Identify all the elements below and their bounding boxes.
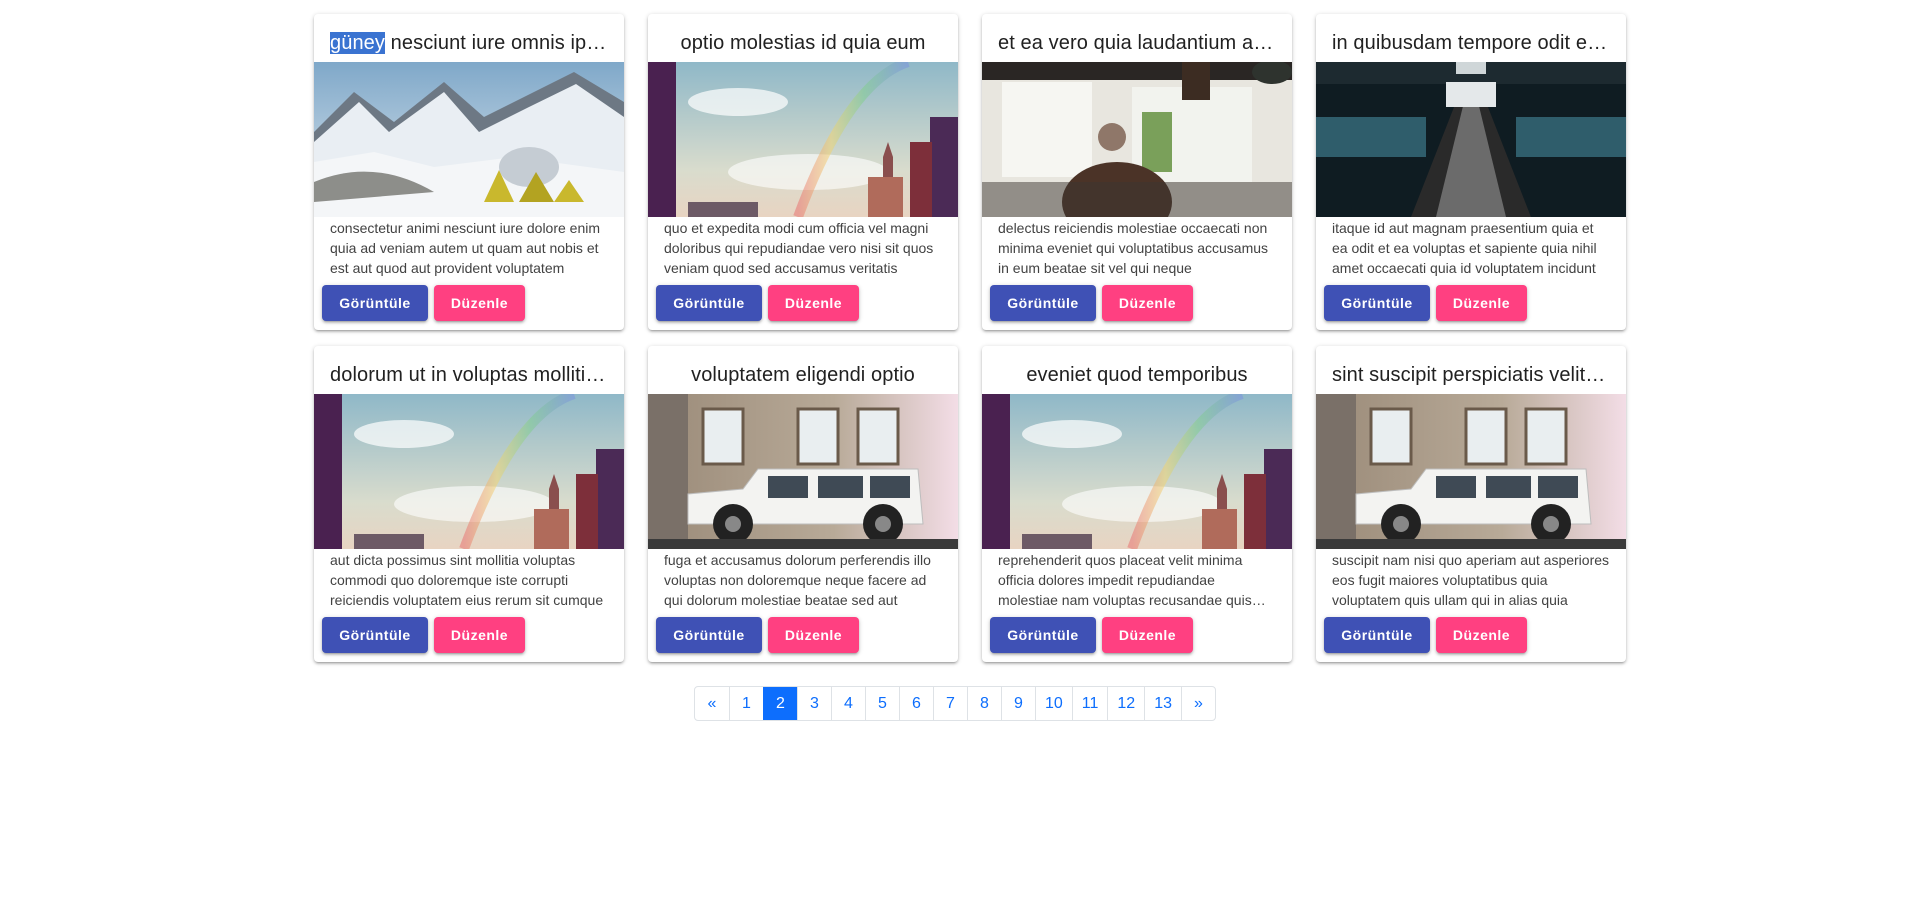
city-rainbow-image xyxy=(648,62,958,217)
card-image xyxy=(314,62,624,217)
card-title: dolorum ut in voluptas mollitia et xyxy=(314,346,624,394)
pagination-page-8[interactable]: 8 xyxy=(967,687,1001,720)
pagination-page-13[interactable]: 13 xyxy=(1144,687,1181,720)
card-image xyxy=(648,394,958,549)
view-button[interactable]: Görüntüle xyxy=(322,617,428,653)
card-actions: Görüntüle Düzenle xyxy=(990,617,1193,653)
pagination-prev-button[interactable]: « xyxy=(695,687,729,720)
view-button[interactable]: Görüntüle xyxy=(1324,617,1430,653)
card-body-text: suscipit nam nisi quo aperiam aut asperi… xyxy=(1332,552,1610,608)
card-body-text: quo et expedita modi cum officia vel mag… xyxy=(664,220,934,276)
view-button[interactable]: Görüntüle xyxy=(990,285,1096,321)
pagination-page-12[interactable]: 12 xyxy=(1107,687,1144,720)
view-button[interactable]: Görüntüle xyxy=(990,617,1096,653)
card-title-text: optio molestias id quia eum xyxy=(680,32,926,54)
card-actions: Görüntüle Düzenle xyxy=(1324,617,1527,653)
selected-text: güney xyxy=(330,32,385,54)
card-title-text: voluptatem eligendi optio xyxy=(691,364,915,386)
card-body-text: consectetur animi nesciunt iure dolore e… xyxy=(330,220,601,276)
pagination: «1 2 3 4 5 6 7 8 9 10 11 12 13» xyxy=(694,686,1216,721)
pagination-page-4[interactable]: 4 xyxy=(831,687,865,720)
edit-button[interactable]: Düzenle xyxy=(434,617,525,653)
card-title: voluptatem eligendi optio xyxy=(648,346,958,394)
edit-button[interactable]: Düzenle xyxy=(434,285,525,321)
card-image xyxy=(314,394,624,549)
view-button[interactable]: Görüntüle xyxy=(656,285,762,321)
post-card: et ea vero quia laudantium autem delectu… xyxy=(982,14,1292,330)
pagination-page-3[interactable]: 3 xyxy=(797,687,831,720)
view-button[interactable]: Görüntüle xyxy=(656,617,762,653)
view-button[interactable]: Görüntüle xyxy=(322,285,428,321)
post-card: optio molestias id quia eum quo et exped… xyxy=(648,14,958,330)
white-jeep-image xyxy=(1316,394,1626,549)
cafe-man-image xyxy=(982,62,1292,217)
pagination-page-7[interactable]: 7 xyxy=(933,687,967,720)
card-title-text: et ea vero quia laudantium autem xyxy=(998,32,1292,54)
card-actions: Görüntüle Düzenle xyxy=(656,617,859,653)
card-title: et ea vero quia laudantium autem xyxy=(982,14,1292,62)
card-title-text: in quibusdam tempore odit est dolorem xyxy=(1332,32,1626,54)
card-body-text: aut dicta possimus sint mollitia volupta… xyxy=(330,552,604,608)
edit-button[interactable]: Düzenle xyxy=(1436,617,1527,653)
card-actions: Görüntüle Düzenle xyxy=(322,617,525,653)
edit-button[interactable]: Düzenle xyxy=(768,617,859,653)
pagination-page-2[interactable]: 2 xyxy=(763,687,797,720)
city-rainbow-image xyxy=(314,394,624,549)
escalator-station-image xyxy=(1316,62,1626,217)
pagination-page-1[interactable]: 1 xyxy=(729,687,763,720)
post-card: sint suscipit perspiciatis velit dolorum… xyxy=(1316,346,1626,662)
pagination-page-6[interactable]: 6 xyxy=(899,687,933,720)
card-title-text: sint suscipit perspiciatis velit dolorum xyxy=(1332,364,1626,386)
edit-button[interactable]: Düzenle xyxy=(1102,617,1193,653)
card-title: eveniet quod temporibus xyxy=(982,346,1292,394)
card-body-text: fuga et accusamus dolorum perferendis il… xyxy=(664,552,931,608)
card-image xyxy=(1316,394,1626,549)
card-title: güney nesciunt iure omnis ipsum xyxy=(314,14,624,62)
view-button[interactable]: Görüntüle xyxy=(1324,285,1430,321)
card-actions: Görüntüle Düzenle xyxy=(322,285,525,321)
card-image xyxy=(648,62,958,217)
card-title: optio molestias id quia eum xyxy=(648,14,958,62)
pagination-page-9[interactable]: 9 xyxy=(1001,687,1035,720)
card-image xyxy=(982,62,1292,217)
card-title: in quibusdam tempore odit est dolorem xyxy=(1316,14,1626,62)
pagination-page-5[interactable]: 5 xyxy=(865,687,899,720)
white-jeep-image xyxy=(648,394,958,549)
card-body-text: delectus reiciendis molestiae occaecati … xyxy=(998,220,1269,276)
pagination-page-10[interactable]: 10 xyxy=(1035,687,1072,720)
edit-button[interactable]: Düzenle xyxy=(1436,285,1527,321)
card-title: sint suscipit perspiciatis velit dolorum xyxy=(1316,346,1626,394)
card-body-text: reprehenderit quos placeat velit minima … xyxy=(998,552,1252,608)
post-card: in quibusdam tempore odit est dolorem it… xyxy=(1316,14,1626,330)
pagination-page-11[interactable]: 11 xyxy=(1071,687,1108,720)
card-title-text: dolorum ut in voluptas mollitia et xyxy=(330,364,620,386)
edit-button[interactable]: Düzenle xyxy=(768,285,859,321)
post-card: voluptatem eligendi optio fuga et accusa… xyxy=(648,346,958,662)
snowy-mountain-camp-image xyxy=(314,62,624,217)
post-card: dolorum ut in voluptas mollitia et aut d… xyxy=(314,346,624,662)
card-title-text: nesciunt iure omnis ipsum xyxy=(385,32,624,54)
edit-button[interactable]: Düzenle xyxy=(1102,285,1193,321)
card-image xyxy=(982,394,1292,549)
pagination-next-button[interactable]: » xyxy=(1181,687,1215,720)
card-body-text: itaque id aut magnam praesentium quia et… xyxy=(1332,220,1597,276)
post-card: eveniet quod temporibus reprehenderit qu… xyxy=(982,346,1292,662)
card-title-text: eveniet quod temporibus xyxy=(1026,364,1248,386)
card-image xyxy=(1316,62,1626,217)
post-card: güney nesciunt iure omnis ipsum consecte… xyxy=(314,14,624,330)
card-actions: Görüntüle Düzenle xyxy=(656,285,859,321)
card-grid: güney nesciunt iure omnis ipsum consecte… xyxy=(314,14,1626,662)
card-actions: Görüntüle Düzenle xyxy=(990,285,1193,321)
card-actions: Görüntüle Düzenle xyxy=(1324,285,1527,321)
city-rainbow-image xyxy=(982,394,1292,549)
